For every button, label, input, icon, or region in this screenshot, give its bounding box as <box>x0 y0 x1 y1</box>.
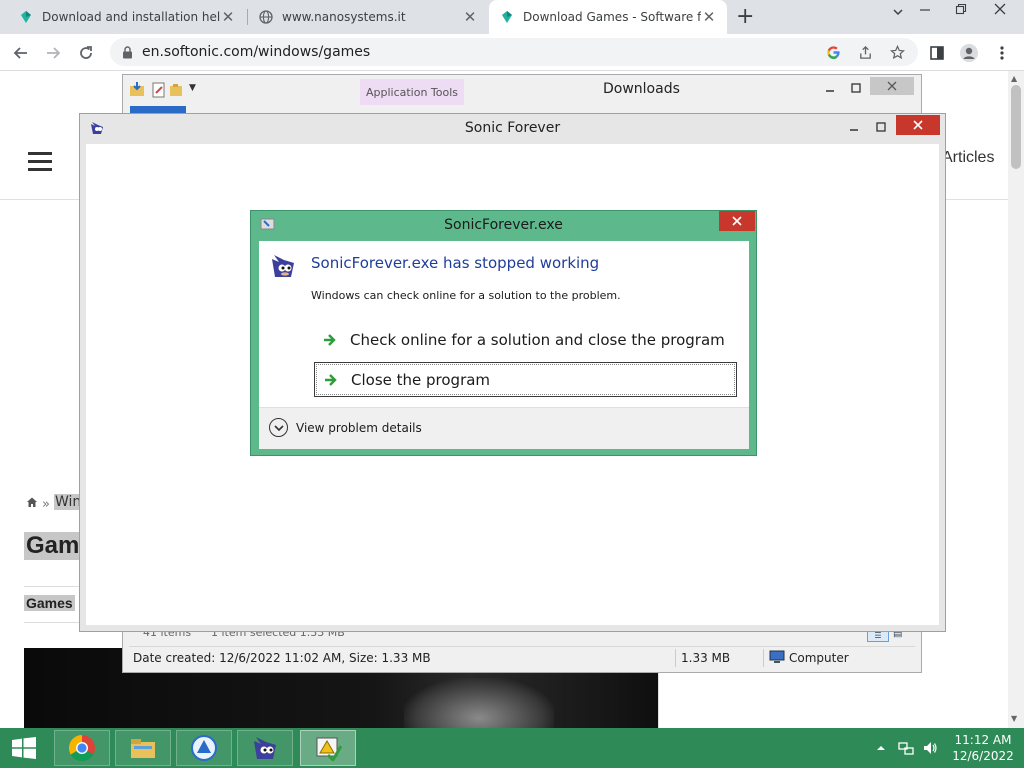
green-arrow-icon <box>325 373 337 386</box>
home-icon[interactable] <box>26 496 38 512</box>
clock-time: 11:12 AM <box>954 733 1012 747</box>
bookmark-star-icon[interactable] <box>888 43 906 61</box>
sonic-close-button[interactable] <box>896 115 940 135</box>
articles-link[interactable]: Articles <box>942 149 994 167</box>
show-hidden-icons-icon[interactable] <box>876 741 886 755</box>
url-text: en.softonic.com/windows/games <box>142 44 371 60</box>
softonic-icon <box>18 9 34 25</box>
explorer-maximize-icon[interactable] <box>843 78 869 98</box>
side-panel-icon[interactable] <box>924 40 950 66</box>
check-online-button[interactable]: Check online for a solution and close th… <box>314 322 737 357</box>
divider <box>24 622 84 623</box>
page-heading: Gam <box>24 532 82 560</box>
tab-download-games[interactable]: Download Games - Software for ✕ <box>489 0 727 34</box>
view-details-toggle[interactable]: View problem details <box>269 418 422 437</box>
minimize-window-icon[interactable] <box>918 2 932 20</box>
status-divider <box>675 649 676 667</box>
google-icon[interactable] <box>824 43 842 61</box>
file-explorer-taskbar-icon[interactable] <box>115 730 171 766</box>
clock-date: 12/6/2022 <box>952 749 1014 763</box>
tab-search-icon[interactable] <box>892 6 904 22</box>
close-tab-icon[interactable]: ✕ <box>462 8 478 26</box>
browser-toolbar: en.softonic.com/windows/games <box>0 34 1024 71</box>
chevron-down-icon <box>269 418 288 437</box>
softonic-icon <box>499 9 515 25</box>
error-heading: SonicForever.exe has stopped working <box>311 254 600 272</box>
green-arrow-icon <box>324 333 336 346</box>
dialog-footer: View problem details <box>259 407 749 449</box>
explorer-titlebar: ▼ Application Tools Downloads <box>123 75 921 105</box>
address-bar[interactable]: en.softonic.com/windows/games <box>110 38 918 66</box>
taskbar: 11:12 AM 12/6/2022 <box>0 728 1024 768</box>
breadcrumb-separator: » <box>42 497 50 512</box>
status-divider <box>763 649 764 667</box>
forward-button[interactable] <box>40 40 66 66</box>
check-online-label: Check online for a solution and close th… <box>350 330 725 349</box>
status-location: Computer <box>789 651 849 665</box>
tab-title: Download Games - Software for <box>523 10 701 24</box>
games-filter-dropdown[interactable]: Games <box>24 595 75 611</box>
restore-window-icon[interactable] <box>955 3 967 19</box>
explorer-status-bar: Date created: 12/6/2022 11:02 AM, Size: … <box>129 646 915 668</box>
volume-icon[interactable] <box>922 740 938 759</box>
error-dialog: SonicForever.exe SonicForever.exe has st… <box>250 210 757 456</box>
sonic-maximize-icon[interactable] <box>867 117 895 137</box>
globe-icon <box>258 9 274 25</box>
close-window-icon[interactable] <box>994 3 1006 19</box>
explorer-close-button[interactable] <box>870 77 914 95</box>
page-scrollbar[interactable] <box>1008 71 1024 728</box>
scroll-up-arrow-icon[interactable]: ▲ <box>1011 74 1017 83</box>
dialog-title: SonicForever.exe <box>444 217 563 233</box>
more-menu-icon[interactable] <box>989 40 1015 66</box>
system-clock[interactable]: 11:12 AM 12/6/2022 <box>950 732 1016 764</box>
view-details-label: View problem details <box>296 420 422 435</box>
status-details: Date created: 12/6/2022 11:02 AM, Size: … <box>133 651 431 665</box>
new-tab-button[interactable]: + <box>736 4 754 29</box>
scrollbar-thumb[interactable] <box>1011 85 1021 169</box>
sonic-taskbar-icon[interactable] <box>237 730 293 766</box>
quick-access-folder-icon[interactable] <box>129 82 147 101</box>
scroll-down-arrow-icon[interactable]: ▼ <box>1011 714 1017 723</box>
chrome-taskbar-icon[interactable] <box>54 730 110 766</box>
sonic-icon <box>272 255 294 277</box>
close-tab-icon[interactable]: ✕ <box>701 8 717 26</box>
dialog-body: SonicForever.exe has stopped working Win… <box>259 241 749 449</box>
sonic-window-title: Sonic Forever <box>464 120 561 136</box>
divider <box>24 586 84 587</box>
new-folder-icon[interactable] <box>169 82 185 101</box>
network-icon[interactable] <box>898 740 914 759</box>
explorer-title: Downloads <box>603 81 680 97</box>
tab-nanosystems[interactable]: www.nanosystems.it ✕ <box>248 0 488 34</box>
lock-icon[interactable] <box>118 43 136 61</box>
tank-graphic <box>404 678 554 728</box>
properties-icon[interactable] <box>151 82 167 101</box>
browser-tab-strip: Download and installation help ✕ www.nan… <box>0 0 1024 34</box>
status-size: 1.33 MB <box>681 651 731 665</box>
computer-icon <box>769 650 785 667</box>
windows-start-icon[interactable] <box>0 728 48 768</box>
reload-button[interactable] <box>73 40 99 66</box>
profile-avatar-icon[interactable] <box>956 40 982 66</box>
close-program-button[interactable]: Close the program <box>314 362 737 397</box>
tab-title: Download and installation help <box>42 10 220 24</box>
installer-taskbar-icon[interactable] <box>176 730 232 766</box>
explorer-minimize-icon[interactable] <box>817 78 843 98</box>
error-report-taskbar-icon[interactable] <box>300 730 356 766</box>
back-button[interactable] <box>8 40 34 66</box>
close-program-label: Close the program <box>351 370 491 389</box>
dialog-close-button[interactable] <box>719 211 755 231</box>
hamburger-menu-icon[interactable] <box>28 152 52 176</box>
error-message: Windows can check online for a solution … <box>311 289 621 302</box>
application-tools-tab[interactable]: Application Tools <box>360 79 464 105</box>
share-icon[interactable] <box>856 43 874 61</box>
close-tab-icon[interactable]: ✕ <box>220 8 236 26</box>
sonic-minimize-icon[interactable] <box>840 117 868 137</box>
customize-toolbar-icon[interactable]: ▼ <box>189 83 196 93</box>
tab-download-help[interactable]: Download and installation help ✕ <box>8 0 246 34</box>
tab-title: www.nanosystems.it <box>282 10 406 24</box>
